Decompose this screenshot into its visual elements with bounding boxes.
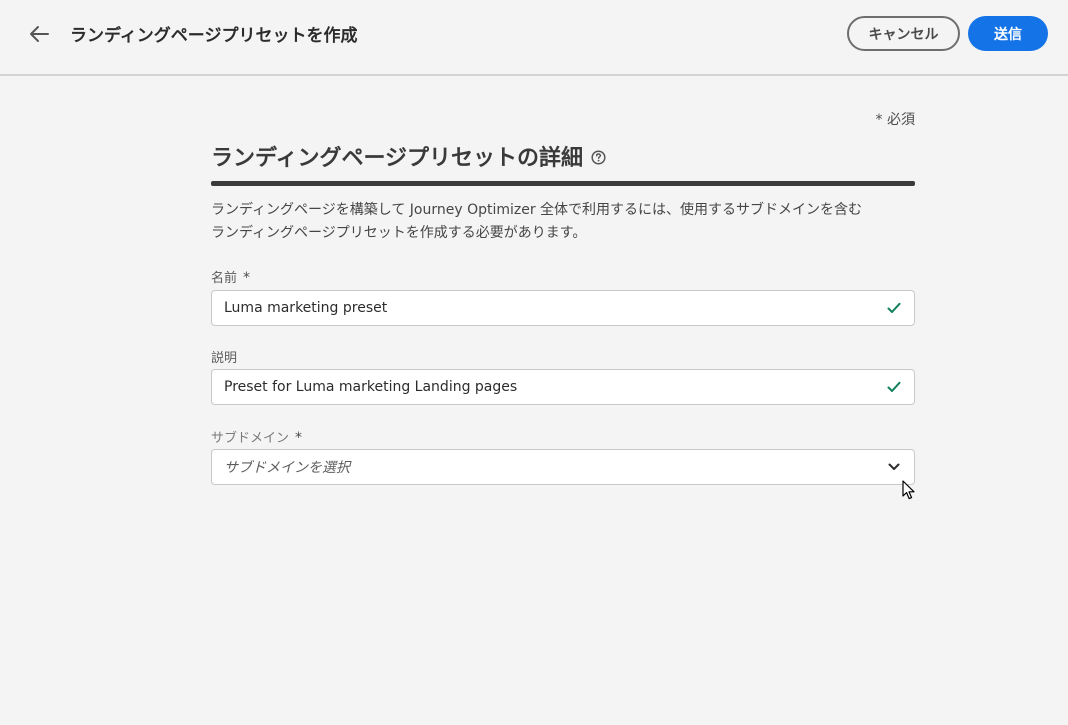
name-label-text: 名前: [211, 271, 238, 286]
required-marker: *: [243, 270, 251, 286]
description-value[interactable]: Preset for Luma marketing Landing pages: [224, 379, 886, 395]
section-title: ランディングページプリセットの詳細: [211, 140, 606, 172]
checkmark-icon: [886, 300, 902, 316]
arrow-left-icon: [30, 26, 49, 42]
subdomain-placeholder[interactable]: サブドメインを選択: [224, 457, 886, 477]
description-label-text: 説明: [211, 351, 238, 366]
name-label: 名前 *: [211, 267, 250, 286]
section-divider: [211, 181, 915, 186]
name-value[interactable]: Luma marketing preset: [224, 300, 886, 316]
help-circle-icon[interactable]: [591, 150, 606, 165]
required-marker: *: [295, 430, 303, 446]
submit-button[interactable]: 送信: [968, 16, 1048, 51]
chevron-down-icon[interactable]: [886, 459, 902, 475]
subdomain-select[interactable]: サブドメインを選択: [211, 449, 915, 485]
section-description: ランディングページを構築して Journey Optimizer 全体で利用する…: [211, 199, 921, 245]
subdomain-label: サブドメイン *: [211, 427, 302, 446]
description-field[interactable]: Preset for Luma marketing Landing pages: [211, 369, 915, 405]
section-title-text: ランディングページプリセットの詳細: [211, 146, 584, 171]
description-line-2: ランディングページプリセットを作成する必要があります。: [211, 225, 587, 241]
subdomain-label-text: サブドメイン: [211, 431, 290, 446]
checkmark-icon: [886, 379, 902, 395]
name-field[interactable]: Luma marketing preset: [211, 290, 915, 326]
description-label: 説明: [211, 347, 237, 366]
required-note: * 必須: [875, 112, 915, 128]
back-button[interactable]: [26, 22, 52, 46]
page-title: ランディングページプリセットを作成: [70, 26, 358, 46]
description-line-1: ランディングページを構築して Journey Optimizer 全体で利用する…: [211, 202, 863, 218]
top-bar: ランディングページプリセットを作成 キャンセル 送信: [0, 0, 1068, 76]
mouse-cursor-icon: [902, 480, 915, 500]
cancel-button[interactable]: キャンセル: [847, 16, 960, 51]
